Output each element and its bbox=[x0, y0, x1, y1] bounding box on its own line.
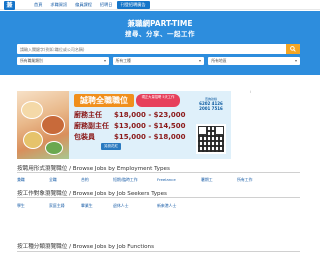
qr-code bbox=[196, 124, 226, 154]
section-divider bbox=[17, 197, 300, 198]
job-type-select-value: 所有工種 bbox=[115, 58, 131, 63]
job-type-select[interactable]: 所有工種 bbox=[112, 57, 205, 65]
link-contract[interactable]: 合約 bbox=[81, 177, 113, 183]
seeker-type-links: 學生 家庭主婦 畢業生 退休人士 新來港人士 bbox=[17, 203, 201, 209]
hero-subtitle: 搜尋、分享、一起工作 bbox=[125, 30, 195, 38]
link-all-jobs[interactable]: 所有工作 bbox=[237, 177, 267, 183]
ad-pay: $18,000 - $23,000 bbox=[114, 111, 186, 119]
link-freelance[interactable]: Freelance bbox=[157, 177, 201, 183]
link-retirees[interactable]: 退休人士 bbox=[113, 203, 157, 209]
nav-link-home[interactable]: 首頁 bbox=[30, 1, 46, 9]
hero-banner: 兼職網PART-TIME 搜尋、分享、一起工作 所有職業類別 所有工種 所有地區 bbox=[0, 11, 320, 75]
ad-benefit: 另設花紅 bbox=[101, 143, 121, 150]
ad-pay: $13,000 - $14,500 bbox=[114, 122, 186, 130]
nav-links: 首頁 求職資訊 僱員課程 招聘日 刊登招聘廣告 bbox=[30, 1, 150, 9]
nav-link-jobs[interactable]: 求職資訊 bbox=[46, 1, 71, 9]
link-part-time[interactable]: 兼職 bbox=[17, 177, 49, 183]
ad-pay: $15,000 - $18,000 bbox=[114, 133, 186, 141]
section-title-seekers: 按工作對象瀏覽職位 / Browse Jobs by Job Seekers T… bbox=[17, 191, 167, 197]
chevron-down-icon bbox=[103, 60, 106, 62]
link-summer-job[interactable]: 暑期工 bbox=[201, 177, 237, 183]
employment-type-links: 兼職 全職 合約 短期/臨時工作 Freelance 暑期工 所有工作 bbox=[17, 177, 267, 183]
section-divider bbox=[17, 172, 300, 173]
district-select-value: 所有地區 bbox=[211, 58, 227, 63]
ad-contact: 查詢熱線 6202 4126 2001 7516 bbox=[193, 97, 229, 111]
ad-info-icon[interactable]: i bbox=[250, 90, 251, 94]
ad-salary-list: 廚務主任 $18,000 - $23,000 廚務副主任 $13,000 - $… bbox=[74, 110, 188, 143]
ad-salary-row: 廚務副主任 $13,000 - $14,500 bbox=[74, 121, 188, 132]
ad-role: 包裝員 bbox=[74, 133, 95, 141]
search-icon bbox=[290, 46, 296, 52]
nav-link-courses[interactable]: 僱員課程 bbox=[71, 1, 96, 9]
job-ad-banner[interactable]: 誠聘全職職位 現正大量招聘 5天工作 廚務主任 $18,000 - $23,00… bbox=[17, 91, 231, 159]
link-students[interactable]: 學生 bbox=[17, 203, 49, 209]
link-temporary[interactable]: 短期/臨時工作 bbox=[113, 177, 157, 183]
chevron-down-icon bbox=[295, 60, 298, 62]
search-bar bbox=[17, 44, 300, 54]
section-divider bbox=[17, 251, 300, 252]
search-button[interactable] bbox=[286, 44, 300, 54]
top-nav: 兼 首頁 求職資訊 僱員課程 招聘日 刊登招聘廣告 bbox=[0, 0, 320, 10]
ad-salary-row: 包裝員 $15,000 - $18,000 bbox=[74, 132, 188, 143]
ad-phone-2: 2001 7516 bbox=[199, 106, 223, 111]
ad-salary-row: 廚務主任 $18,000 - $23,000 bbox=[74, 110, 188, 121]
ad-role: 廚務副主任 bbox=[74, 122, 109, 130]
nav-link-job-fair[interactable]: 招聘日 bbox=[96, 1, 117, 9]
section-title-employment: 按聘用形式瀏覽職位 / Browse Jobs by Employment Ty… bbox=[17, 166, 170, 172]
category-select[interactable]: 所有職業類別 bbox=[17, 57, 109, 65]
section-title-functions: 按工種分類瀏覽職位 / Browse Jobs by Job Functions bbox=[17, 244, 154, 250]
link-housewives[interactable]: 家庭主婦 bbox=[49, 203, 81, 209]
search-input[interactable] bbox=[17, 44, 281, 54]
link-full-time[interactable]: 全職 bbox=[49, 177, 81, 183]
link-new-arrivals[interactable]: 新來港人士 bbox=[157, 203, 201, 209]
search-filters: 所有職業類別 所有工種 所有地區 bbox=[17, 57, 301, 65]
ad-badge: 現正大量招聘 5天工作 bbox=[136, 94, 180, 107]
nav-link-post-job[interactable]: 刊登招聘廣告 bbox=[116, 1, 150, 9]
link-graduates[interactable]: 畢業生 bbox=[81, 203, 113, 209]
district-select[interactable]: 所有地區 bbox=[208, 57, 301, 65]
ad-tag: 誠聘全職職位 bbox=[74, 94, 134, 107]
ad-food-image bbox=[17, 91, 69, 159]
site-logo[interactable]: 兼 bbox=[4, 1, 15, 10]
chevron-down-icon bbox=[199, 60, 202, 62]
ad-role: 廚務主任 bbox=[74, 111, 102, 119]
category-select-value: 所有職業類別 bbox=[20, 58, 43, 63]
